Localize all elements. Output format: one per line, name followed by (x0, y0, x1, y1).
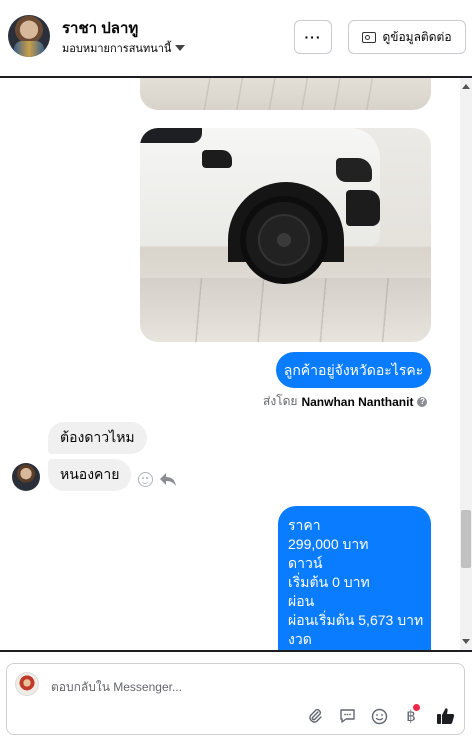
scroll-up-arrow-icon[interactable] (462, 84, 470, 89)
photo-car-rim (258, 214, 310, 266)
incoming-message-text: หนองคาย (60, 466, 120, 482)
contact-name[interactable]: ราชา ปลาทู (62, 16, 138, 40)
reply-icon[interactable] (159, 472, 177, 487)
baht-icon[interactable]: ฿ (401, 704, 421, 726)
price-line: ดาวน์ (288, 555, 323, 571)
conversation-header: ราชา ปลาทู มอบหมายการสนทนานี้ ··· ดูข้อม… (0, 0, 472, 76)
photo-car-window (140, 128, 202, 143)
scroll-down-arrow-icon[interactable] (462, 639, 470, 644)
photo-car-headlight (336, 158, 372, 182)
react-smiley-icon[interactable] (138, 472, 153, 487)
paperclip-icon[interactable] (305, 706, 325, 726)
thread-scrollbar[interactable] (460, 78, 472, 650)
incoming-message[interactable]: ต้องดาวไหม (48, 422, 147, 454)
reply-input[interactable] (51, 678, 441, 696)
price-line: งวด (288, 631, 312, 647)
incoming-message[interactable]: หนองคาย (48, 459, 132, 491)
photo-car-bumper (346, 190, 380, 226)
message-thread: ลูกค้าอยู่จังหวัดอะไรคะ ส่งโดย Nanwhan N… (0, 78, 460, 650)
price-message[interactable]: ราคา 299,000 บาท ดาวน์ เริ่มต้น 0 บาท ผ่… (278, 506, 431, 650)
assign-conversation-dropdown[interactable]: มอบหมายการสนทนานี้ (62, 39, 186, 57)
sent-by-label: ส่งโดย Nanwhan Nanthanit ? (263, 392, 428, 411)
info-icon[interactable]: ? (417, 396, 428, 407)
price-line: ราคา (288, 517, 321, 533)
view-contact-button[interactable]: ดูข้อมูลติดต่อ (348, 20, 466, 54)
page-avatar (15, 672, 39, 696)
photo-floor (140, 278, 431, 342)
message-photo[interactable] (140, 78, 431, 110)
composer-divider (0, 650, 472, 652)
caret-down-icon (175, 45, 186, 51)
contact-card-icon (362, 31, 377, 43)
speech-bubble-icon[interactable] (337, 706, 357, 726)
sent-by-prefix: ส่งโดย (263, 394, 298, 408)
price-line: เริ่มต้น 0 บาท (288, 574, 370, 590)
outgoing-message[interactable]: ลูกค้าอยู่จังหวัดอะไรคะ (276, 352, 431, 388)
sender-avatar (12, 463, 40, 491)
price-line: ผ่อน (288, 593, 315, 609)
notification-dot (413, 704, 420, 711)
car-photo[interactable] (140, 128, 431, 342)
assign-label: มอบหมายการสนทนานี้ (62, 43, 172, 55)
view-contact-label: ดูข้อมูลติดต่อ (382, 29, 452, 44)
smiley-icon[interactable] (369, 706, 389, 726)
thumbs-up-icon[interactable] (435, 706, 455, 726)
photo-car-mirror (202, 150, 232, 168)
incoming-message-text: ต้องดาวไหม (60, 429, 135, 445)
contact-avatar[interactable] (8, 15, 50, 57)
scroll-thumb[interactable] (461, 510, 471, 568)
price-line: ผ่อนเริ่มต้น 5,673 บาท (288, 612, 424, 628)
reply-composer: ฿ (6, 663, 465, 735)
sent-by-name: Nanwhan Nanthanit (301, 394, 414, 409)
more-options-button[interactable]: ··· (294, 20, 332, 54)
price-line: 299,000 บาท (288, 536, 369, 552)
